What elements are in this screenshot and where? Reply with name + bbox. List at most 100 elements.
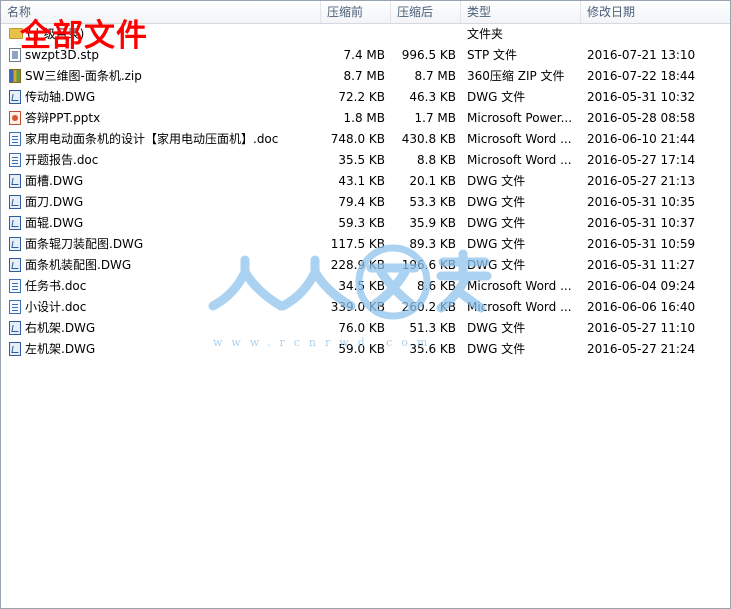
file-type-cell: DWG 文件 — [467, 321, 526, 335]
file-type-cell: Microsoft Power... — [467, 111, 573, 125]
file-name-cell: SW三维图-面条机.zip — [9, 66, 323, 87]
modified-date-cell: 2016-05-27 17:14 — [587, 153, 696, 167]
file-type-cell: 文件夹 — [467, 27, 504, 41]
file-type-cell: 360压缩 ZIP 文件 — [467, 69, 565, 83]
file-row[interactable]: 任务书.doc 34.5 KB 8.6 KB Microsoft Word ... 20… — [1, 276, 730, 297]
original-size-cell: 8.7 MB — [414, 69, 456, 83]
file-row[interactable]: 面辊.DWG 59.3 KB 35.9 KB DWG 文件 2016-05-31 10:… — [1, 213, 730, 234]
file-name-cell: 答辩PPT.pptx — [9, 108, 323, 129]
original-size-cell: 35.6 KB — [409, 342, 456, 356]
modified-date-cell — [587, 24, 717, 45]
file-type-cell: DWG 文件 — [467, 342, 526, 356]
original-size-cell — [393, 24, 456, 45]
file-name-cell: 面条辊刀装配图.DWG — [9, 234, 323, 255]
original-size-cell: 430.8 KB — [401, 132, 456, 146]
file-row[interactable]: 左机架.DWG 59.0 KB 35.6 KB DWG 文件 2016-05-27 21… — [1, 339, 730, 360]
file-row[interactable]: 面槽.DWG 43.1 KB 20.1 KB DWG 文件 2016-05-27 21:… — [1, 171, 730, 192]
doc-file-icon — [9, 153, 21, 167]
original-size-cell: 89.3 KB — [409, 237, 456, 251]
file-row[interactable]: 面条机装配图.DWG 228.9 KB 196.6 KB DWG 文件 2016-05-… — [1, 255, 730, 276]
file-name: 家用电动面条机的设计【家用电动压面机】.doc — [25, 132, 279, 146]
file-name: 面刀.DWG — [25, 195, 84, 209]
modified-date-cell: 2016-05-28 08:58 — [587, 111, 696, 125]
file-type-cell: DWG 文件 — [467, 195, 526, 209]
compressed-size-cell: 8.7 MB — [343, 69, 385, 83]
file-row[interactable]: SW三维图-面条机.zip 8.7 MB 8.7 MB 360压缩 ZIP 文件 201… — [1, 66, 730, 87]
file-row[interactable]: 面条辊刀装配图.DWG 117.5 KB 89.3 KB DWG 文件 2016-05-… — [1, 234, 730, 255]
file-type-cell: STP 文件 — [467, 48, 517, 62]
compressed-size-cell: 1.8 MB — [343, 111, 385, 125]
file-type-cell: Microsoft Word ... — [467, 132, 572, 146]
file-type-cell: DWG 文件 — [467, 216, 526, 230]
modified-date-cell: 2016-06-10 21:44 — [587, 132, 696, 146]
file-name-cell: 传动轴.DWG — [9, 87, 323, 108]
original-size-cell: 196.6 KB — [401, 258, 456, 272]
dwg-file-icon — [9, 342, 21, 356]
file-name: 小设计.doc — [25, 300, 87, 314]
compressed-size-cell: 35.5 KB — [338, 153, 385, 167]
file-name-cell: 开题报告.doc — [9, 150, 323, 171]
modified-date-cell: 2016-07-22 18:44 — [587, 69, 696, 83]
file-name-cell: 面槽.DWG — [9, 171, 323, 192]
original-size-cell: 51.3 KB — [409, 321, 456, 335]
ppt-file-icon — [9, 111, 21, 125]
original-size-cell: 996.5 KB — [401, 48, 456, 62]
file-row[interactable]: 答辩PPT.pptx 1.8 MB 1.7 MB Microsoft Power...… — [1, 108, 730, 129]
compressed-size-cell: 76.0 KB — [338, 321, 385, 335]
file-name-cell: 右机架.DWG — [9, 318, 323, 339]
file-row[interactable]: 右机架.DWG 76.0 KB 51.3 KB DWG 文件 2016-05-27 11… — [1, 318, 730, 339]
file-name-cell: 小设计.doc — [9, 297, 323, 318]
compressed-size-cell — [323, 24, 385, 45]
file-row[interactable]: 开题报告.doc 35.5 KB 8.8 KB Microsoft Word ... 2… — [1, 150, 730, 171]
file-name: 面条辊刀装配图.DWG — [25, 237, 144, 251]
dwg-file-icon — [9, 90, 21, 104]
compressed-size-cell: 34.5 KB — [338, 279, 385, 293]
modified-date-cell: 2016-05-31 10:35 — [587, 195, 696, 209]
file-name: 开题报告.doc — [25, 153, 99, 167]
file-row[interactable]: 面刀.DWG 79.4 KB 53.3 KB DWG 文件 2016-05-31 10:… — [1, 192, 730, 213]
file-type-cell: DWG 文件 — [467, 90, 526, 104]
modified-date-cell: 2016-05-27 11:10 — [587, 321, 696, 335]
file-type-cell: Microsoft Word ... — [467, 279, 572, 293]
file-name: 面辊.DWG — [25, 216, 84, 230]
compressed-size-cell: 59.3 KB — [338, 216, 385, 230]
column-header-modified-date[interactable]: 修改日期 — [581, 1, 730, 23]
file-name: 左机架.DWG — [25, 342, 96, 356]
modified-date-cell: 2016-05-31 10:37 — [587, 216, 696, 230]
file-name: 答辩PPT.pptx — [25, 111, 101, 125]
doc-file-icon — [9, 279, 21, 293]
original-size-cell: 20.1 KB — [409, 174, 456, 188]
modified-date-cell: 2016-05-27 21:24 — [587, 342, 696, 356]
dwg-file-icon — [9, 321, 21, 335]
dwg-file-icon — [9, 216, 21, 230]
file-row[interactable]: 家用电动面条机的设计【家用电动压面机】.doc 748.0 KB 430.8 KB M… — [1, 129, 730, 150]
column-header-type[interactable]: 类型 — [461, 1, 581, 23]
dwg-file-icon — [9, 258, 21, 272]
file-name: 右机架.DWG — [25, 321, 96, 335]
compressed-size-cell: 228.9 KB — [330, 258, 385, 272]
original-size-cell: 8.8 KB — [417, 153, 456, 167]
file-type-cell: DWG 文件 — [467, 237, 526, 251]
file-name: 传动轴.DWG — [25, 90, 96, 104]
file-list: (上级目录) 文件夹 swzpt3D.stp 7.4 MB 996.5 KB STP 文件… — [1, 24, 730, 360]
original-size-cell: 8.6 KB — [417, 279, 456, 293]
column-header-compressed-size[interactable]: 压缩前 — [321, 1, 391, 23]
modified-date-cell: 2016-05-27 21:13 — [587, 174, 696, 188]
modified-date-cell: 2016-06-06 16:40 — [587, 300, 696, 314]
column-header-original-size[interactable]: 压缩后 — [391, 1, 461, 23]
compressed-size-cell: 72.2 KB — [338, 90, 385, 104]
original-size-cell: 46.3 KB — [409, 90, 456, 104]
compressed-size-cell: 7.4 MB — [343, 48, 385, 62]
file-list-window: 名称 压缩前 压缩后 类型 修改日期 (上级目录) 文件夹 swzpt3D.stp 7… — [0, 0, 731, 609]
compressed-size-cell: 43.1 KB — [338, 174, 385, 188]
compressed-size-cell: 59.0 KB — [338, 342, 385, 356]
original-size-cell: 1.7 MB — [414, 111, 456, 125]
file-row[interactable]: 小设计.doc 339.0 KB 260.2 KB Microsoft Word ..… — [1, 297, 730, 318]
modified-date-cell: 2016-07-21 13:10 — [587, 48, 696, 62]
doc-file-icon — [9, 132, 21, 146]
compressed-size-cell: 117.5 KB — [330, 237, 385, 251]
file-name-cell: 任务书.doc — [9, 276, 323, 297]
file-name-cell: 左机架.DWG — [9, 339, 323, 360]
file-row[interactable]: 传动轴.DWG 72.2 KB 46.3 KB DWG 文件 2016-05-31 10… — [1, 87, 730, 108]
overlay-title: 全部文件 — [20, 18, 148, 54]
